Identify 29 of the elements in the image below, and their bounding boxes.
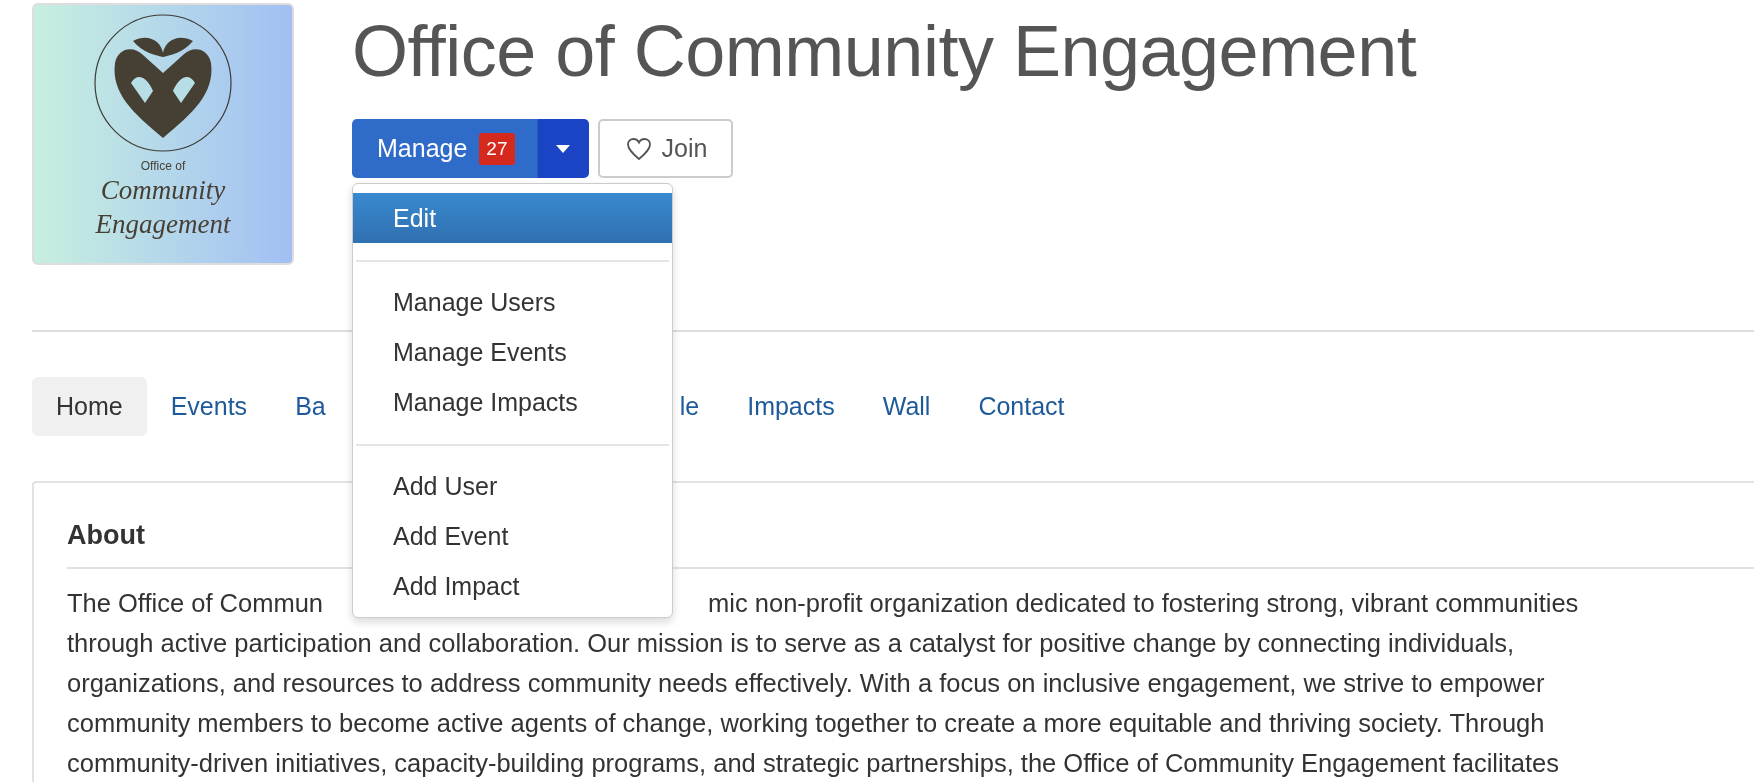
menu-item[interactable]: Manage Impacts bbox=[353, 377, 672, 427]
paragraph-text: The Office of Commun bbox=[67, 589, 324, 617]
dropdown-toggle-button[interactable] bbox=[536, 119, 589, 178]
join-button[interactable]: Join bbox=[597, 119, 734, 178]
logo-text: Engagement bbox=[95, 208, 231, 241]
menu-item[interactable]: Edit bbox=[353, 193, 672, 243]
nav-tab[interactable]: Events bbox=[146, 377, 272, 436]
paragraph-text: organizations, and resources to address community needs effectively. With a focus on inclusive engagement, we strive to empower bbox=[67, 669, 1545, 697]
nav-tab[interactable]: Home bbox=[32, 377, 147, 436]
nav-tab[interactable]: Wall bbox=[858, 377, 955, 436]
logo-text: Office of bbox=[140, 159, 186, 173]
paragraph-text: community members to become active agents of change, working together to create a more equitable and thriving society. Through bbox=[67, 709, 1545, 737]
menu-item[interactable]: Manage Users bbox=[353, 277, 672, 327]
page-title: Office of Community Engagement bbox=[352, 10, 1417, 93]
menu-item[interactable]: Manage Events bbox=[353, 327, 672, 377]
heart-icon bbox=[625, 136, 652, 161]
count-badge: 27 bbox=[479, 132, 515, 165]
menu-item[interactable]: Add User bbox=[353, 461, 672, 511]
manage-button[interactable]: Manage 27 bbox=[352, 119, 537, 178]
paragraph-text: community-driven initiatives, capacity-building programs, and strategic partnerships, the Office of Community Engagement facilitates bbox=[67, 749, 1559, 777]
paragraph-text: mic non-profit organization dedicated to fostering strong, vibrant communities bbox=[708, 589, 1579, 617]
nav-tab[interactable]: Contact bbox=[954, 377, 1089, 436]
paragraph-text: through active participation and collaboration. Our mission is to serve as a catalyst for positive change by connecting individuals, bbox=[67, 629, 1515, 657]
nav-tab[interactable]: Impacts bbox=[723, 377, 859, 436]
heart-hands-icon bbox=[93, 13, 233, 153]
menu-item[interactable]: Add Impact bbox=[353, 561, 672, 611]
logo-text: Community bbox=[100, 174, 226, 207]
menu-item[interactable]: Add Event bbox=[353, 511, 672, 561]
caret-icon bbox=[555, 143, 571, 154]
